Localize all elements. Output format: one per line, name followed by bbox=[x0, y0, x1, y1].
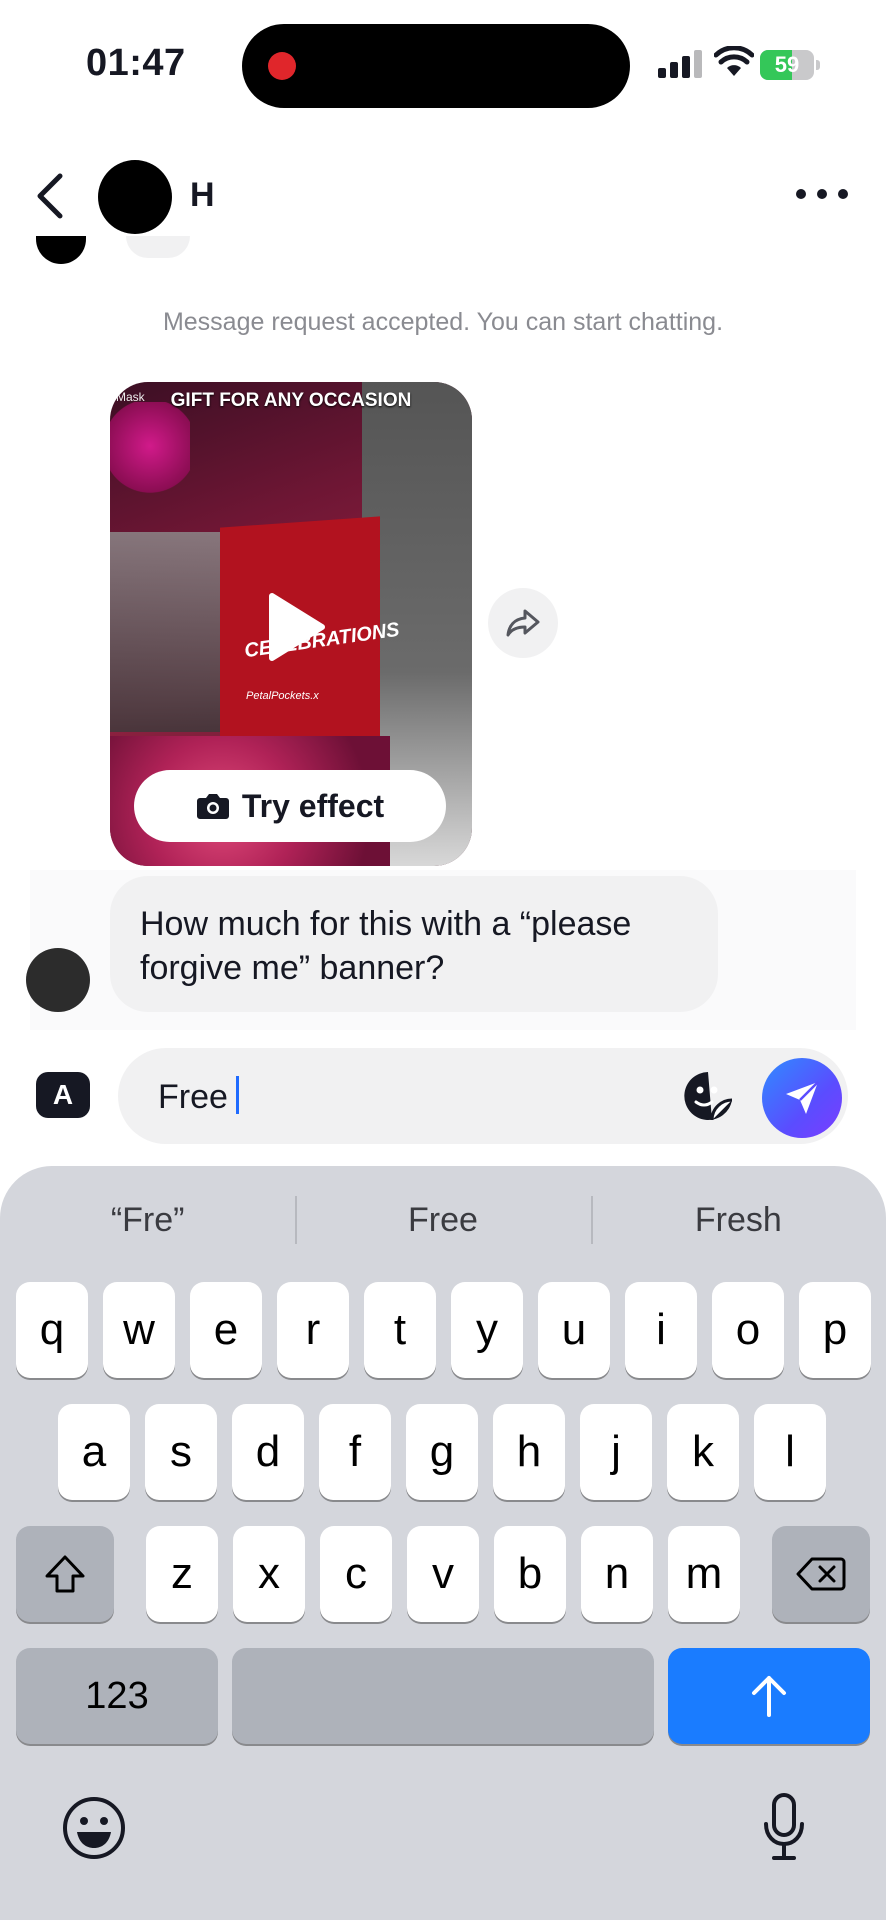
key-f[interactable]: f bbox=[319, 1404, 391, 1500]
message-bubble[interactable]: How much for this with a “please forgive… bbox=[110, 876, 718, 1012]
text-style-button[interactable]: A bbox=[36, 1072, 90, 1118]
share-arrow-icon bbox=[506, 609, 540, 637]
backspace-icon bbox=[796, 1557, 846, 1591]
key-u[interactable]: u bbox=[538, 1282, 610, 1378]
backspace-key[interactable] bbox=[772, 1526, 870, 1622]
key-e[interactable]: e bbox=[190, 1282, 262, 1378]
sticker-icon[interactable] bbox=[682, 1070, 734, 1122]
share-button[interactable] bbox=[488, 588, 558, 658]
suggestion-item[interactable]: Fresh bbox=[590, 1190, 886, 1250]
shared-video-card[interactable]: Mask GIFT FOR ANY OCCASION CELEBRATIONS … bbox=[110, 382, 472, 866]
microphone-icon[interactable] bbox=[762, 1792, 806, 1862]
send-arrow-icon bbox=[786, 1081, 819, 1114]
key-y[interactable]: y bbox=[451, 1282, 523, 1378]
hidden-avatar bbox=[36, 236, 86, 264]
send-key[interactable] bbox=[668, 1648, 870, 1744]
key-p[interactable]: p bbox=[799, 1282, 871, 1378]
key-h[interactable]: h bbox=[493, 1404, 565, 1500]
camera-icon bbox=[196, 794, 229, 819]
chat-header: H bbox=[0, 150, 886, 240]
suggestion-item[interactable]: Free bbox=[295, 1190, 590, 1250]
text-caret bbox=[235, 1076, 239, 1114]
key-v[interactable]: v bbox=[407, 1526, 479, 1622]
key-x[interactable]: x bbox=[233, 1526, 305, 1622]
key-r[interactable]: r bbox=[277, 1282, 349, 1378]
back-arrow-icon[interactable] bbox=[30, 170, 74, 222]
key-q[interactable]: q bbox=[16, 1282, 88, 1378]
key-n[interactable]: n bbox=[581, 1526, 653, 1622]
play-icon[interactable] bbox=[266, 592, 326, 662]
try-effect-button[interactable]: Try effect bbox=[134, 770, 446, 842]
predictive-bar: “Fre” Free Fresh bbox=[0, 1190, 886, 1250]
status-bar: 01:47 59 bbox=[0, 0, 886, 130]
shift-key[interactable] bbox=[16, 1526, 114, 1622]
key-t[interactable]: t bbox=[364, 1282, 436, 1378]
key-k[interactable]: k bbox=[667, 1404, 739, 1500]
shift-icon bbox=[45, 1555, 85, 1593]
message-input[interactable]: Free bbox=[118, 1048, 848, 1144]
battery-icon: 59 bbox=[760, 50, 822, 80]
video-watermark: PetalPockets.x bbox=[246, 690, 319, 702]
arrow-up-icon bbox=[752, 1676, 786, 1717]
system-message: Message request accepted. You can start … bbox=[162, 308, 724, 336]
key-j[interactable]: j bbox=[580, 1404, 652, 1500]
key-w[interactable]: w bbox=[103, 1282, 175, 1378]
key-l[interactable]: l bbox=[754, 1404, 826, 1500]
message-input-text: Free bbox=[158, 1078, 228, 1116]
video-caption: GIFT FOR ANY OCCASION bbox=[170, 390, 412, 411]
key-a[interactable]: a bbox=[58, 1404, 130, 1500]
status-time: 01:47 bbox=[86, 42, 186, 84]
battery-percent: 59 bbox=[774, 52, 800, 77]
dynamic-island bbox=[242, 24, 630, 108]
emoji-icon[interactable] bbox=[62, 1796, 126, 1860]
contact-avatar[interactable] bbox=[98, 160, 172, 234]
numbers-key[interactable]: 123 bbox=[16, 1648, 218, 1744]
more-options-icon[interactable] bbox=[796, 182, 848, 206]
cellular-signal-icon bbox=[658, 50, 702, 78]
key-i[interactable]: i bbox=[625, 1282, 697, 1378]
key-o[interactable]: o bbox=[712, 1282, 784, 1378]
space-key[interactable] bbox=[232, 1648, 654, 1744]
recording-indicator-icon bbox=[268, 52, 296, 80]
contact-name[interactable]: H bbox=[190, 176, 215, 215]
key-c[interactable]: c bbox=[320, 1526, 392, 1622]
key-g[interactable]: g bbox=[406, 1404, 478, 1500]
key-b[interactable]: b bbox=[494, 1526, 566, 1622]
send-button[interactable] bbox=[762, 1058, 842, 1138]
key-d[interactable]: d bbox=[232, 1404, 304, 1500]
hidden-avatar bbox=[126, 236, 190, 258]
suggestion-item[interactable]: “Fre” bbox=[0, 1190, 295, 1250]
on-screen-keyboard: “Fre” Free Fresh qwertyuiop asdfghjkl zx… bbox=[0, 1166, 886, 1920]
key-s[interactable]: s bbox=[145, 1404, 217, 1500]
key-m[interactable]: m bbox=[668, 1526, 740, 1622]
key-z[interactable]: z bbox=[146, 1526, 218, 1622]
composer: A Free bbox=[0, 1046, 886, 1146]
try-effect-label: Try effect bbox=[241, 787, 385, 824]
sender-avatar[interactable] bbox=[26, 948, 90, 1012]
wifi-icon bbox=[714, 46, 754, 76]
